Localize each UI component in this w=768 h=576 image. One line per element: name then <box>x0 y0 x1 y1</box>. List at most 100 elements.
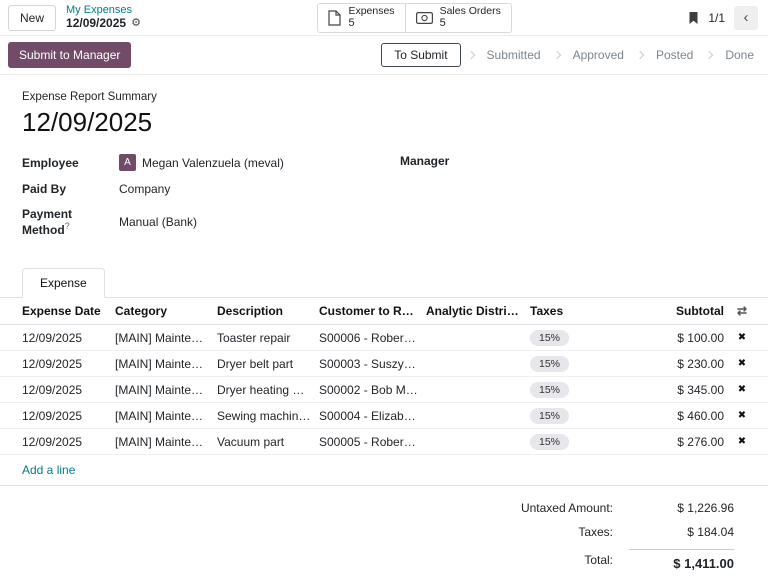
table-row[interactable]: 12/09/2025 [MAIN] Maintenance Dryer belt… <box>0 351 768 377</box>
cell-customer[interactable]: S00005 - Robert Dot <box>319 435 426 449</box>
stat-button-sales-orders[interactable]: Sales Orders 5 <box>405 3 512 33</box>
delete-row-icon[interactable]: ✖ <box>724 436 760 447</box>
table-row[interactable]: 12/09/2025 [MAIN] Maintenance Vacuum par… <box>0 429 768 455</box>
stat-label: Expenses <box>348 5 394 17</box>
top-control-panel: New My Expenses 12/09/2025 ⚙ Expenses 5 … <box>0 0 768 36</box>
breadcrumb: My Expenses 12/09/2025 ⚙ <box>66 4 141 30</box>
col-subtotal[interactable]: Subtotal <box>625 304 724 318</box>
cell-category[interactable]: [MAIN] Maintenance <box>115 383 217 397</box>
stat-button-expenses[interactable]: Expenses 5 <box>317 3 405 33</box>
add-line-row: Add a line <box>0 455 768 486</box>
col-expense-date[interactable]: Expense Date <box>22 304 115 318</box>
col-category[interactable]: Category <box>115 304 217 318</box>
employee-label: Employee <box>22 156 119 170</box>
employee-field-row: Employee A Megan Valenzuela (meval) <box>22 154 400 171</box>
payment-method-value[interactable]: Manual (Bank) <box>119 215 197 229</box>
add-a-line-link[interactable]: Add a line <box>22 463 75 477</box>
delete-row-icon[interactable]: ✖ <box>724 410 760 421</box>
cell-category[interactable]: [MAIN] Maintenance <box>115 409 217 423</box>
col-analytic[interactable]: Analytic Distributi... <box>426 304 530 318</box>
cell-subtotal: $ 100.00 <box>625 331 724 345</box>
stat-value: 5 <box>440 17 501 30</box>
table-row[interactable]: 12/09/2025 [MAIN] Maintenance Dryer heat… <box>0 377 768 403</box>
employee-value[interactable]: Megan Valenzuela (meval) <box>142 156 284 170</box>
breadcrumb-current: 12/09/2025 <box>66 17 126 31</box>
delete-row-icon[interactable]: ✖ <box>724 384 760 395</box>
taxes-value: $ 184.04 <box>629 525 734 539</box>
manager-label: Manager <box>400 154 497 168</box>
cell-expense-date[interactable]: 12/09/2025 <box>22 383 115 397</box>
payment-method-field-row: Payment Method? Manual (Bank) <box>22 207 400 237</box>
delete-row-icon[interactable]: ✖ <box>724 332 760 343</box>
cell-description[interactable]: Dryer heating eleme... <box>217 383 319 397</box>
total-label: Total: <box>454 553 629 567</box>
cell-expense-date[interactable]: 12/09/2025 <box>22 357 115 371</box>
cell-expense-date[interactable]: 12/09/2025 <box>22 331 115 345</box>
notebook-tabs: Expense <box>0 268 768 298</box>
table-row[interactable]: 12/09/2025 [MAIN] Maintenance Sewing mac… <box>0 403 768 429</box>
cell-description[interactable]: Dryer belt part <box>217 357 319 371</box>
cell-customer[interactable]: S00003 - Suszy Que <box>319 357 426 371</box>
paid-by-value[interactable]: Company <box>119 182 170 196</box>
submit-to-manager-button[interactable]: Submit to Manager <box>8 42 131 68</box>
untaxed-amount-label: Untaxed Amount: <box>454 501 629 515</box>
pager: 1/1 ‹ <box>688 6 760 30</box>
stat-value: 5 <box>348 17 394 30</box>
status-step-submitted[interactable]: Submitted <box>481 44 547 66</box>
stat-buttons: Expenses 5 Sales Orders 5 <box>317 3 511 33</box>
total-row: Total: $ 1,411.00 <box>454 544 734 576</box>
cell-expense-date[interactable]: 12/09/2025 <box>22 435 115 449</box>
record-title[interactable]: 12/09/2025 <box>22 107 768 138</box>
delete-row-icon[interactable]: ✖ <box>724 358 760 369</box>
col-description[interactable]: Description <box>217 304 319 318</box>
cell-expense-date[interactable]: 12/09/2025 <box>22 409 115 423</box>
pager-previous-button[interactable]: ‹ <box>734 6 758 30</box>
cell-category[interactable]: [MAIN] Maintenance <box>115 357 217 371</box>
summary-label: Expense Report Summary <box>22 91 768 103</box>
manager-field-row: Manager <box>400 154 768 168</box>
expense-lines-table: Expense Date Category Description Custom… <box>0 298 768 486</box>
pager-value[interactable]: 1/1 <box>708 11 725 25</box>
tax-badge[interactable]: 15% <box>530 382 569 398</box>
cell-customer[interactable]: S00004 - Elizabeth P... <box>319 409 426 423</box>
cell-description[interactable]: Vacuum part <box>217 435 319 449</box>
taxes-label: Taxes: <box>454 525 629 539</box>
col-customer[interactable]: Customer to Rein... <box>319 304 426 318</box>
untaxed-amount-value: $ 1,226.96 <box>629 501 734 515</box>
col-taxes[interactable]: Taxes <box>530 304 625 318</box>
tab-expense[interactable]: Expense <box>22 268 105 298</box>
cell-category[interactable]: [MAIN] Maintenance <box>115 331 217 345</box>
table-header-row: Expense Date Category Description Custom… <box>0 298 768 325</box>
taxes-row: Taxes: $ 184.04 <box>454 520 734 544</box>
cell-subtotal: $ 276.00 <box>625 435 724 449</box>
status-step-approved[interactable]: Approved <box>567 44 630 66</box>
cell-customer[interactable]: S00002 - Bob Mackl... <box>319 383 426 397</box>
status-step-posted[interactable]: Posted <box>650 44 699 66</box>
document-icon <box>328 10 341 26</box>
tax-badge[interactable]: 15% <box>530 408 569 424</box>
avatar: A <box>119 154 136 171</box>
form-sheet: Expense Report Summary 12/09/2025 Employ… <box>0 75 768 248</box>
cell-description[interactable]: Toaster repair <box>217 331 319 345</box>
cell-customer[interactable]: S00006 - Robert Dot <box>319 331 426 345</box>
table-row[interactable]: 12/09/2025 [MAIN] Maintenance Toaster re… <box>0 325 768 351</box>
optional-columns-icon[interactable]: ⇄ <box>724 304 760 318</box>
chevron-right-icon <box>636 51 644 59</box>
stat-label: Sales Orders <box>440 5 501 17</box>
cell-description[interactable]: Sewing machine part <box>217 409 319 423</box>
chevron-right-icon <box>552 51 560 59</box>
new-button[interactable]: New <box>8 5 56 31</box>
tax-badge[interactable]: 15% <box>530 330 569 346</box>
cell-category[interactable]: [MAIN] Maintenance <box>115 435 217 449</box>
chevron-right-icon <box>705 51 713 59</box>
totals-block: Untaxed Amount: $ 1,226.96 Taxes: $ 184.… <box>454 496 734 576</box>
status-step-done[interactable]: Done <box>719 44 760 66</box>
gear-icon[interactable]: ⚙ <box>131 18 141 29</box>
bookmark-icon[interactable] <box>688 11 699 25</box>
paid-by-label: Paid By <box>22 182 119 196</box>
tax-badge[interactable]: 15% <box>530 434 569 450</box>
payment-method-label: Payment Method? <box>22 207 119 237</box>
tax-badge[interactable]: 15% <box>530 356 569 372</box>
cell-subtotal: $ 345.00 <box>625 383 724 397</box>
status-step-to-submit[interactable]: To Submit <box>381 43 460 67</box>
